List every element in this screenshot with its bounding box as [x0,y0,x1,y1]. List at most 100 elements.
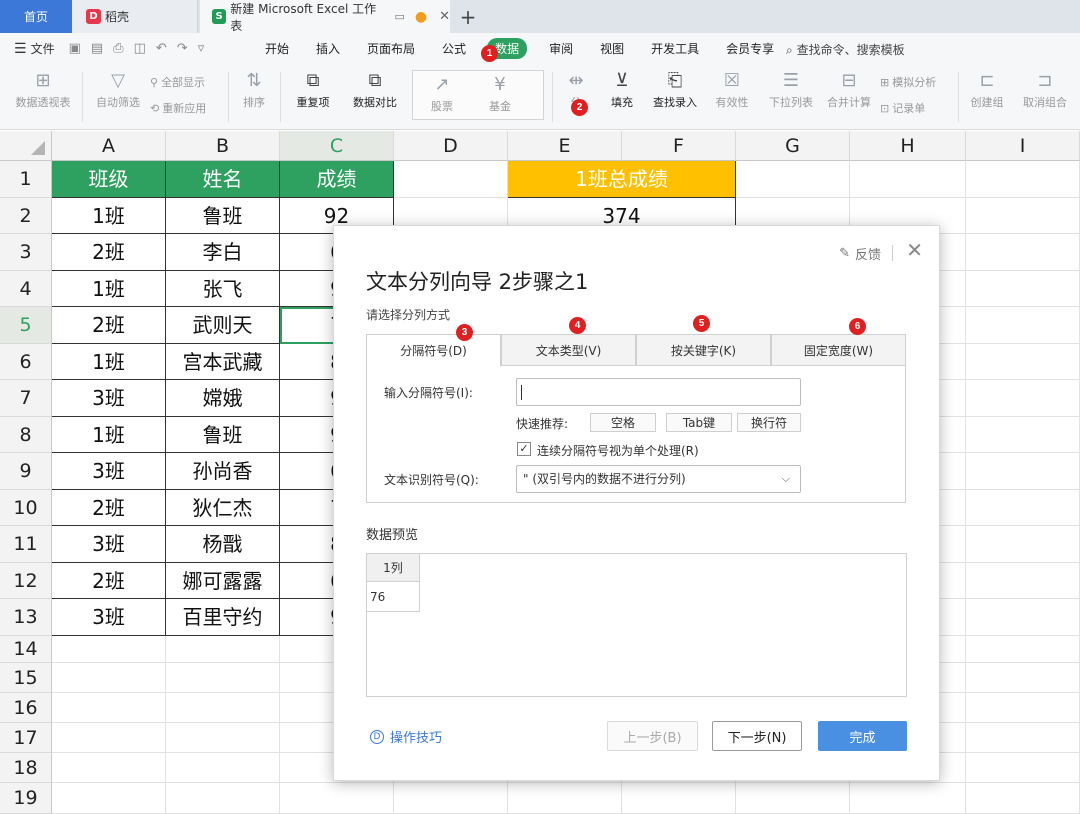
table-cell[interactable] [966,490,1080,526]
qualifier-select[interactable]: " (双引号内的数据不进行分列) ⌵ [516,465,801,493]
compare-button[interactable]: ⧉ 数据对比 [344,68,406,110]
row-header[interactable]: 16 [0,693,52,723]
menu-insert[interactable]: 插入 [316,40,340,57]
row-header[interactable]: 15 [0,663,52,693]
preview-icon[interactable]: ◫ [134,41,146,56]
stock-button[interactable]: ↗ 股票 [420,72,464,114]
save-icon[interactable]: ▣ [69,41,81,56]
table-cell[interactable]: 武则天 [166,307,280,344]
row-header[interactable]: 2 [0,198,52,234]
table-cell[interactable]: 狄仁杰 [166,490,280,526]
table-cell[interactable] [850,783,966,814]
table-cell[interactable]: 3班 [52,453,166,490]
table-cell[interactable] [52,753,166,783]
column-header[interactable]: E [508,131,622,161]
table-cell[interactable] [966,636,1080,663]
column-header[interactable]: C [280,131,394,161]
row-header[interactable]: 10 [0,490,52,526]
table-cell[interactable] [166,636,280,663]
row-header[interactable]: 12 [0,563,52,599]
table-cell[interactable] [966,663,1080,693]
row-header[interactable]: 6 [0,344,52,380]
table-cell[interactable]: 3班 [52,599,166,636]
table-cell[interactable] [850,161,966,198]
table-cell[interactable] [736,783,850,814]
menu-home[interactable]: 开始 [265,40,289,57]
column-header[interactable]: H [850,131,966,161]
table-cell[interactable] [166,753,280,783]
table-cell[interactable] [280,783,394,814]
undo-icon[interactable]: ↶ [156,41,167,56]
close-tab-icon[interactable]: ✕ [439,9,450,24]
close-icon[interactable]: ✕ [906,238,923,262]
next-step-button[interactable]: 下一步(N) [712,721,802,751]
customize-icon[interactable]: ▿ [198,41,205,56]
row-header[interactable]: 4 [0,271,52,307]
select-all-corner[interactable] [0,131,52,161]
pivot-table-button[interactable]: ⊞ 数据透视表 [10,68,76,110]
command-search[interactable]: ⌕ 查找命令、搜索模板 [786,41,905,58]
prev-step-button[interactable]: 上一步(B) [607,721,698,751]
monitor-icon[interactable]: ▭ [394,10,404,23]
row-header[interactable]: 8 [0,417,52,453]
table-cell[interactable]: 娜可露露 [166,563,280,599]
table-cell[interactable] [166,783,280,814]
table-cell[interactable]: 3班 [52,526,166,563]
table-cell[interactable]: 张飞 [166,271,280,307]
row-header[interactable]: 5 [0,307,52,344]
space-button[interactable]: 空格 [590,413,656,432]
show-all-button[interactable]: ⚲ 全部显示 [150,74,205,90]
table-cell[interactable]: 孙尚香 [166,453,280,490]
simulate-button[interactable]: ⊞ 模拟分析 [880,74,936,90]
column-header[interactable]: F [622,131,736,161]
tab-fixed-width[interactable]: 固定宽度(W) [771,334,906,366]
table-cell[interactable]: 嫦娥 [166,380,280,417]
row-header[interactable]: 13 [0,599,52,636]
new-tab-button[interactable]: + [456,0,480,33]
tips-link[interactable]: D 操作技巧 [370,727,442,746]
row-header[interactable]: 7 [0,380,52,417]
redo-icon[interactable]: ↷ [177,41,188,56]
table-cell[interactable]: 2班 [52,307,166,344]
autofilter-button[interactable]: ▽ 自动筛选 [90,68,146,110]
table-cell[interactable]: 1班 [52,198,166,234]
tab-text-type[interactable]: 文本类型(V) [501,334,636,366]
table-cell[interactable] [52,693,166,723]
tab-delimiter[interactable]: 分隔符号(D) [366,334,501,367]
newline-button[interactable]: 换行符 [737,413,801,432]
column-header[interactable]: G [736,131,850,161]
row-header[interactable]: 17 [0,723,52,753]
fund-button[interactable]: ¥ 基金 [478,72,522,114]
table-cell[interactable]: 班级 [52,161,166,198]
table-cell[interactable] [966,380,1080,417]
menu-member[interactable]: 会员专享 [726,40,774,57]
table-cell[interactable] [966,753,1080,783]
file-menu[interactable]: ☰ 文件 [14,40,55,57]
table-cell[interactable] [966,453,1080,490]
row-header[interactable]: 9 [0,453,52,490]
reapply-button[interactable]: ⟲ 重新应用 [150,100,206,116]
tab-home[interactable]: 首页 [0,0,72,33]
table-cell[interactable]: 3班 [52,380,166,417]
menu-page-layout[interactable]: 页面布局 [367,40,415,57]
table-cell[interactable]: 鲁班 [166,198,280,234]
tab-key-button[interactable]: Tab键 [666,413,732,432]
column-header[interactable]: I [966,131,1080,161]
table-cell[interactable] [52,636,166,663]
table-cell[interactable]: 成绩 [280,161,394,198]
table-cell[interactable] [966,526,1080,563]
table-cell[interactable]: 1班总成绩 [508,161,736,198]
row-header[interactable]: 3 [0,234,52,271]
table-cell[interactable] [394,783,508,814]
table-cell[interactable] [166,693,280,723]
separator-input[interactable] [516,378,801,406]
table-cell[interactable] [166,723,280,753]
sort-button[interactable]: ⇅ 排序 [234,68,274,110]
table-cell[interactable]: 百里守约 [166,599,280,636]
table-cell[interactable] [966,693,1080,723]
table-cell[interactable] [966,344,1080,380]
duplicates-button[interactable]: ⧉ 重复项 [288,68,338,110]
consecutive-checkbox[interactable]: ✓ [517,442,531,456]
table-cell[interactable] [736,161,850,198]
table-cell[interactable] [508,783,622,814]
